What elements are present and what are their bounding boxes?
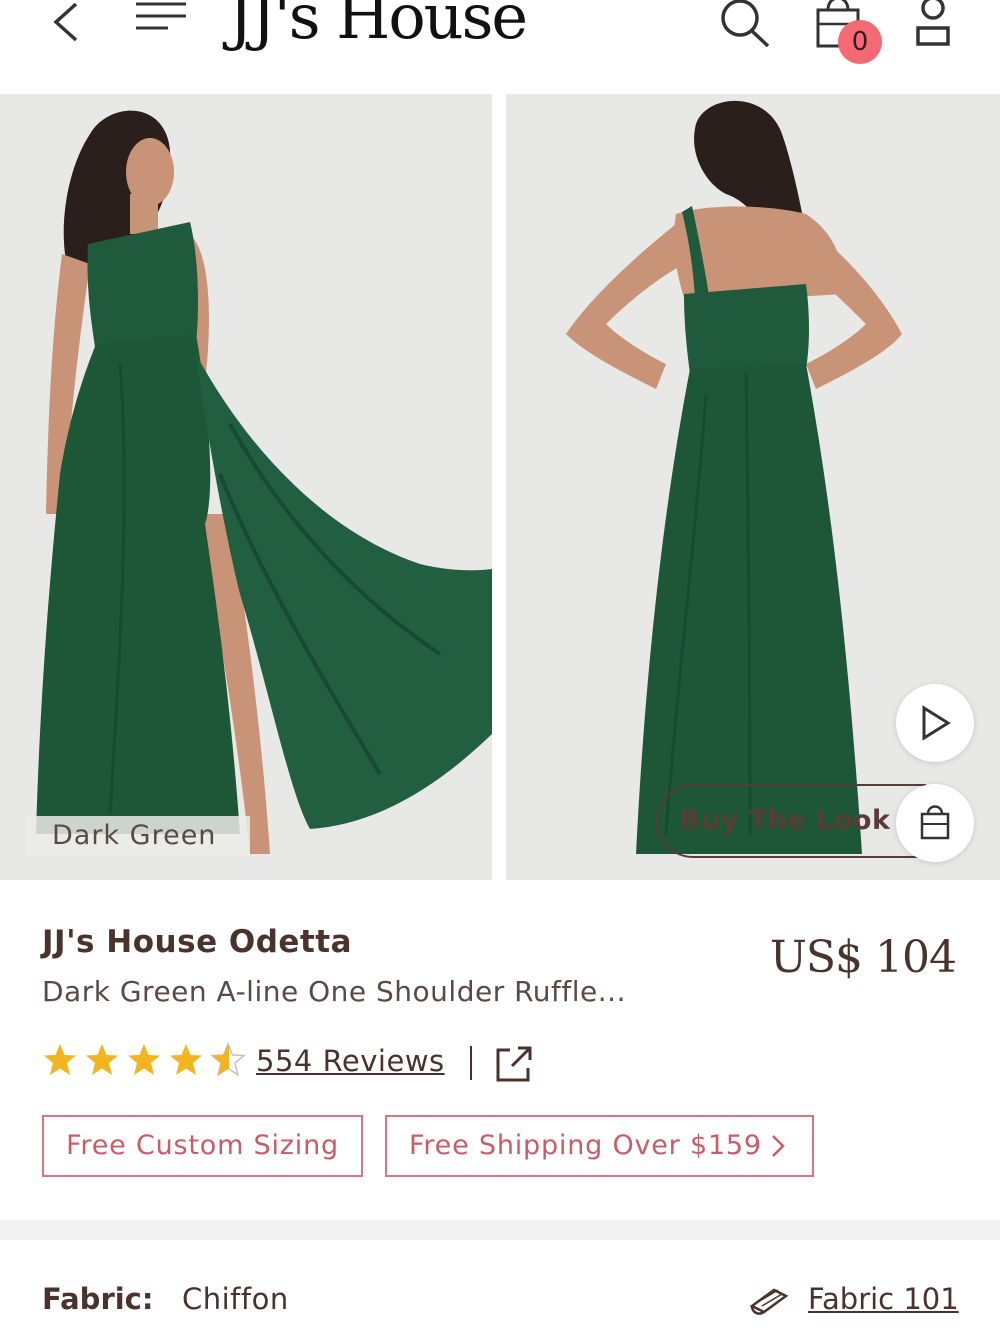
brand-logo[interactable]: JJ's House xyxy=(228,0,528,48)
fabric-101-link[interactable]: Fabric 101 xyxy=(808,1282,959,1316)
star-icon xyxy=(128,1044,160,1075)
search-icon[interactable] xyxy=(716,0,774,50)
section-divider xyxy=(0,1220,1000,1240)
buy-the-look-bag-button[interactable] xyxy=(896,784,974,862)
star-icon xyxy=(86,1044,118,1075)
top-navigation-bar: JJ's House 0 xyxy=(0,0,1000,92)
cart-count-badge: 0 xyxy=(838,20,882,64)
product-photo-back[interactable] xyxy=(506,94,1000,880)
divider xyxy=(470,1046,472,1080)
star-icon xyxy=(170,1044,202,1075)
shopping-bag-icon xyxy=(920,805,950,840)
fabric-label: Fabric: xyxy=(42,1282,154,1316)
buy-the-look-button[interactable]: Buy The Look xyxy=(656,784,926,858)
reviews-link[interactable]: 554 Reviews xyxy=(256,1044,445,1078)
dress-front-illustration xyxy=(0,94,492,880)
fabric-value: Chiffon xyxy=(182,1282,289,1316)
free-shipping-label: Free Shipping Over $159 xyxy=(409,1130,762,1161)
free-shipping-badge[interactable]: Free Shipping Over $159 xyxy=(385,1115,814,1177)
product-title: Dark Green A-line One Shoulder Ruffle... xyxy=(42,975,626,1008)
product-photo-front[interactable]: Dark Green xyxy=(0,94,492,880)
free-custom-sizing-badge[interactable]: Free Custom Sizing xyxy=(42,1115,363,1177)
star-icon xyxy=(44,1044,76,1075)
back-icon[interactable] xyxy=(46,0,86,50)
user-icon[interactable] xyxy=(910,0,956,50)
play-icon xyxy=(922,705,951,741)
product-brand-name: JJ's House Odetta xyxy=(42,924,353,960)
chevron-right-icon xyxy=(772,1135,785,1157)
video-play-button[interactable] xyxy=(896,684,974,762)
dress-back-illustration xyxy=(506,94,1000,880)
product-price: US$ 104 xyxy=(769,932,957,983)
half-star-icon xyxy=(210,1042,246,1077)
share-icon[interactable] xyxy=(494,1044,534,1084)
fabric-icon xyxy=(749,1288,789,1315)
color-label: Dark Green xyxy=(26,816,250,856)
product-image-gallery[interactable]: Dark Green Buy The Look xyxy=(0,94,1000,880)
menu-icon[interactable] xyxy=(132,0,190,40)
